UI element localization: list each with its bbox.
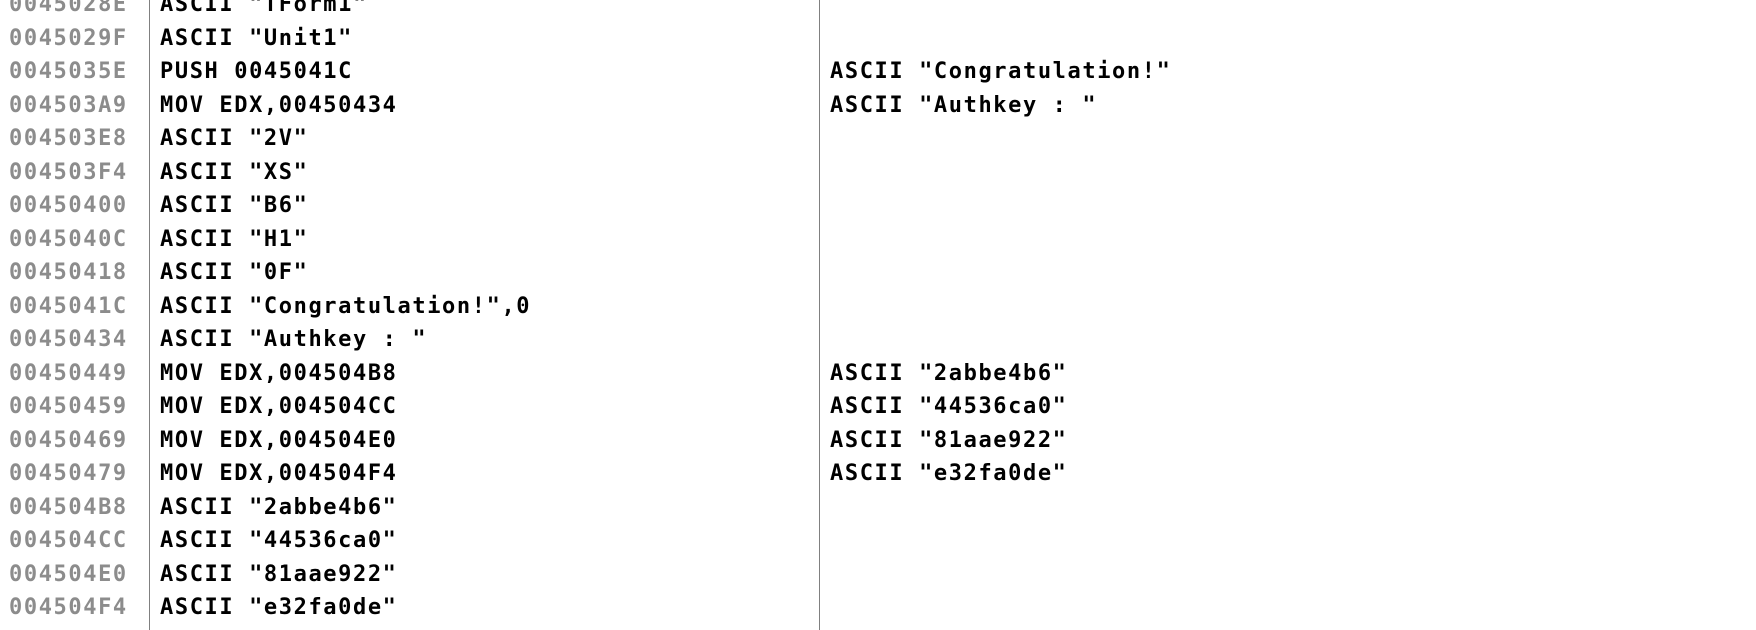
disassembly-cell: ASCII "0F": [160, 260, 309, 285]
comment-cell: [830, 156, 1730, 190]
disassembly-cell: ASCII "XS": [160, 159, 309, 185]
comment-cell: [830, 0, 1730, 22]
address-cell: 004504E0: [9, 561, 128, 587]
table-row[interactable]: 00450459 MOV EDX,004504CC ASCII "44536ca…: [0, 390, 1756, 424]
table-row[interactable]: 004504B8 ASCII "2abbe4b6": [0, 491, 1756, 525]
comment-cell: [830, 558, 1730, 592]
comment-cell: [830, 22, 1730, 56]
table-row[interactable]: 00450418 ASCII "0F": [0, 256, 1756, 290]
comment-cell: [830, 323, 1730, 357]
table-row[interactable]: 004503E8 ASCII "2V": [0, 122, 1756, 156]
comment-cell: [830, 290, 1730, 324]
disassembly-cell: MOV EDX,00450434: [160, 92, 398, 118]
address-cell: 004503F4: [9, 159, 128, 185]
address-cell: 0045040C: [9, 226, 128, 252]
table-row[interactable]: 0045029F ASCII "Unit1": [0, 22, 1756, 56]
disassembly-cell: ASCII "81aae922": [160, 561, 398, 587]
table-row[interactable]: 00450469 MOV EDX,004504E0 ASCII "81aae92…: [0, 424, 1756, 458]
string-rows: 0045028E ASCII "TForm1" 0045029F ASCII "…: [0, 0, 1756, 625]
disassembly-cell: PUSH 0045041C: [160, 59, 353, 84]
table-row[interactable]: 00450400 ASCII "B6": [0, 189, 1756, 223]
table-row[interactable]: 00450434 ASCII "Authkey : ": [0, 323, 1756, 357]
address-cell: 00450449: [9, 360, 128, 386]
address-cell: 00450434: [9, 327, 128, 352]
disassembly-cell: MOV EDX,004504CC: [160, 394, 398, 419]
disassembly-cell: ASCII "H1": [160, 226, 309, 252]
disassembly-cell: ASCII "B6": [160, 193, 309, 218]
text-strings-list[interactable]: 0045028E ASCII "TForm1" 0045029F ASCII "…: [0, 0, 1756, 630]
comment-cell: [830, 256, 1730, 290]
comment-cell: ASCII "Congratulation!": [830, 59, 1172, 84]
comment-cell: [830, 223, 1730, 257]
table-row[interactable]: 004504CC ASCII "44536ca0": [0, 524, 1756, 558]
disassembly-cell: ASCII "44536ca0": [160, 528, 398, 553]
comment-cell: ASCII "81aae922": [830, 427, 1068, 453]
comment-cell: ASCII "e32fa0de": [830, 461, 1068, 486]
disassembly-cell: MOV EDX,004504B8: [160, 360, 398, 386]
disassembly-cell: ASCII "e32fa0de": [160, 595, 398, 620]
table-row[interactable]: 0045035E PUSH 0045041C ASCII "Congratula…: [0, 55, 1756, 89]
disassembly-cell: ASCII "2V": [160, 126, 309, 151]
address-cell: 0045035E: [9, 59, 128, 84]
comment-cell: [830, 491, 1730, 525]
address-cell: 00450400: [9, 193, 128, 218]
address-cell: 0045028E: [9, 0, 128, 17]
address-cell: 004504CC: [9, 528, 128, 553]
comment-cell: [830, 122, 1730, 156]
disassembly-cell: ASCII "TForm1": [160, 0, 368, 17]
address-cell: 004503E8: [9, 126, 128, 151]
disassembly-cell: ASCII "Unit1": [160, 25, 353, 51]
comment-cell: ASCII "44536ca0": [830, 394, 1068, 419]
address-cell: 004503A9: [9, 92, 128, 118]
comment-cell: ASCII "Authkey : ": [830, 92, 1098, 118]
table-row[interactable]: 0045028E ASCII "TForm1": [0, 0, 1756, 22]
disassembly-cell: ASCII "2abbe4b6": [160, 494, 398, 520]
address-cell: 0045041C: [9, 293, 128, 319]
table-row[interactable]: 004504E0 ASCII "81aae922": [0, 558, 1756, 592]
address-cell: 004504B8: [9, 494, 128, 520]
table-row[interactable]: 0045040C ASCII "H1": [0, 223, 1756, 257]
disassembly-cell: ASCII "Congratulation!",0: [160, 293, 532, 319]
table-row[interactable]: 004504F4 ASCII "e32fa0de": [0, 591, 1756, 625]
address-cell: 00450479: [9, 461, 128, 486]
comment-cell: ASCII "2abbe4b6": [830, 360, 1068, 386]
comment-cell: [830, 524, 1730, 558]
address-cell: 004504F4: [9, 595, 128, 620]
address-cell: 00450469: [9, 427, 128, 453]
address-cell: 00450418: [9, 260, 128, 285]
disassembly-cell: MOV EDX,004504F4: [160, 461, 398, 486]
disassembly-cell: ASCII "Authkey : ": [160, 327, 428, 352]
table-row[interactable]: 004503A9 MOV EDX,00450434 ASCII "Authkey…: [0, 89, 1756, 123]
table-row[interactable]: 004503F4 ASCII "XS": [0, 156, 1756, 190]
comment-cell: [830, 189, 1730, 223]
comment-cell: [830, 591, 1730, 625]
address-cell: 00450459: [9, 394, 128, 419]
table-row[interactable]: 00450449 MOV EDX,004504B8 ASCII "2abbe4b…: [0, 357, 1756, 391]
address-cell: 0045029F: [9, 25, 128, 51]
table-row[interactable]: 00450479 MOV EDX,004504F4 ASCII "e32fa0d…: [0, 457, 1756, 491]
disassembly-cell: MOV EDX,004504E0: [160, 427, 398, 453]
table-row[interactable]: 0045041C ASCII "Congratulation!",0: [0, 290, 1756, 324]
